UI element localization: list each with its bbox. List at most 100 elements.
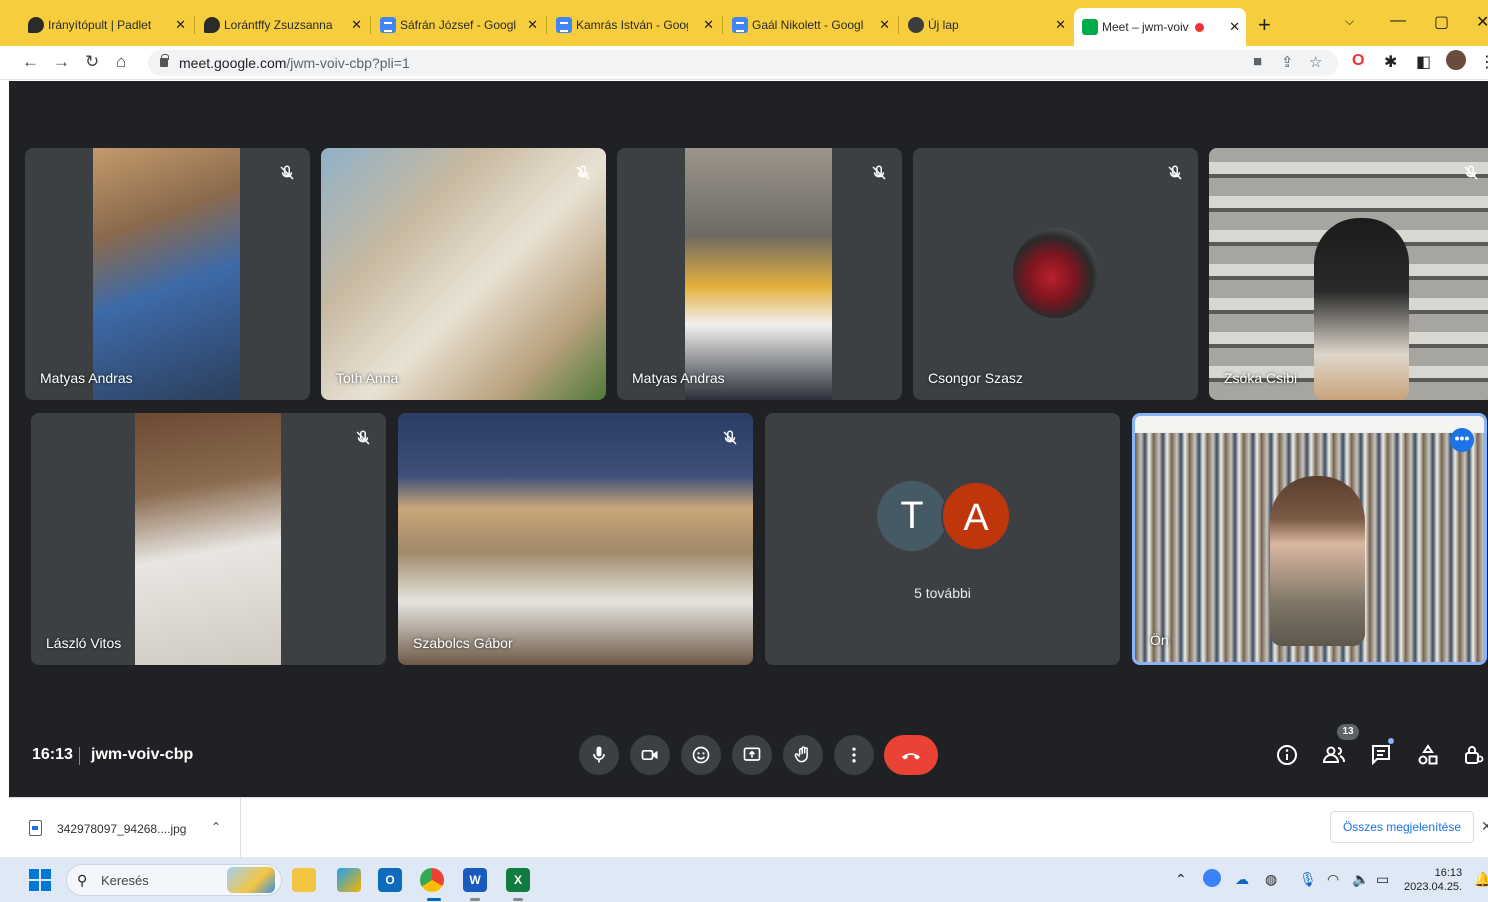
tab-search-chevron-icon[interactable]: ⌵ <box>1345 14 1354 29</box>
home-icon[interactable]: ⌂ <box>116 52 126 72</box>
participant-video <box>398 413 753 665</box>
show-all-downloads-button[interactable]: Összes megjelenítése <box>1330 811 1474 843</box>
hang-up-icon <box>902 753 920 760</box>
meeting-details-button[interactable] <box>1273 741 1301 769</box>
self-name: Ön <box>1150 632 1169 648</box>
camera-button[interactable] <box>630 735 670 775</box>
notification-bell-icon[interactable]: 🔔 <box>1474 871 1488 888</box>
word-icon[interactable]: W <box>463 868 487 892</box>
url-field[interactable]: meet.google.com/jwm-voiv-cbp?pli=1 ■ ⇪ ☆ <box>148 50 1338 76</box>
close-window-icon[interactable]: ✕ <box>1476 12 1488 32</box>
more-options-button[interactable] <box>834 735 874 775</box>
close-tab-icon[interactable]: ✕ <box>1229 19 1240 35</box>
participant-tile[interactable]: Toth Anna <box>321 148 606 400</box>
network-globe-icon[interactable]: ◍ <box>1265 871 1277 888</box>
reload-icon[interactable]: ↻ <box>85 52 99 72</box>
windows-start-button[interactable] <box>29 869 51 891</box>
search-highlight-icon <box>227 867 275 893</box>
meeting-time: 16:13 <box>32 746 73 763</box>
tab-title: Meet – jwm-voiv <box>1102 20 1189 34</box>
close-tab-icon[interactable]: ✕ <box>351 17 362 33</box>
more-participants-tile[interactable]: T A 5 további <box>765 413 1120 665</box>
search-icon: ⚲ <box>77 872 88 888</box>
show-hidden-icons-chevron-icon[interactable]: ⌃ <box>1175 871 1187 888</box>
bookmark-star-icon[interactable]: ☆ <box>1309 53 1322 71</box>
browser-tab-gaal[interactable]: Gaál Nikolett - Googl ✕ <box>724 10 896 40</box>
snipping-tool-icon[interactable] <box>337 868 361 892</box>
excel-icon[interactable]: X <box>506 868 530 892</box>
mic-off-icon <box>1462 164 1480 182</box>
self-tile[interactable]: ••• Ön <box>1132 413 1487 665</box>
raise-hand-button[interactable] <box>783 735 823 775</box>
volume-icon[interactable]: 🔈 <box>1352 871 1369 888</box>
more-participants-label: 5 további <box>914 585 971 601</box>
profile-avatar[interactable] <box>1446 50 1466 70</box>
camera-icon <box>641 750 658 760</box>
microphone-tray-icon[interactable]: 🎙 <box>1299 871 1317 888</box>
host-controls-button[interactable] <box>1460 741 1488 769</box>
taskbar-search-box[interactable]: ⚲ Keresés <box>66 864 282 896</box>
present-screen-button[interactable] <box>732 735 772 775</box>
participant-tile[interactable]: Matyas Andras <box>25 148 310 400</box>
browser-menu-icon[interactable]: ⋮ <box>1479 52 1488 72</box>
participant-tile[interactable]: Szabolcs Gábor <box>398 413 753 665</box>
microphone-button[interactable] <box>579 735 619 775</box>
back-icon[interactable]: ← <box>22 52 39 72</box>
close-tab-icon[interactable]: ✕ <box>527 17 538 33</box>
browser-tab-safran[interactable]: Sáfrán József - Googl ✕ <box>372 10 544 40</box>
participant-tile[interactable]: László Vitos <box>31 413 386 665</box>
wifi-icon[interactable]: ◠ <box>1327 871 1339 888</box>
chat-button[interactable] <box>1367 741 1395 769</box>
mic-off-icon <box>870 164 888 182</box>
participant-tile[interactable]: Zsóka Csibi <box>1209 148 1488 400</box>
participant-count-badge: 13 <box>1337 724 1359 740</box>
opera-extension-icon[interactable]: O <box>1352 52 1364 70</box>
onedrive-cloud-icon[interactable]: ☁ <box>1235 871 1249 888</box>
browser-tab-kamras[interactable]: Kamrás István - Goog ✕ <box>548 10 720 40</box>
reactions-button[interactable] <box>681 735 721 775</box>
camera-in-use-icon[interactable]: ■ <box>1253 53 1262 70</box>
outlook-icon[interactable]: O <box>378 868 402 892</box>
participant-avatar <box>1013 228 1098 318</box>
activities-button[interactable] <box>1414 741 1442 769</box>
maximize-icon[interactable]: ▢ <box>1434 12 1449 32</box>
share-icon[interactable]: ⇪ <box>1281 53 1294 71</box>
url-host: meet.google.com <box>179 55 287 71</box>
close-tab-icon[interactable]: ✕ <box>879 17 890 33</box>
more-vert-icon <box>852 747 856 763</box>
browser-tab-new[interactable]: Új lap ✕ <box>900 10 1072 40</box>
file-explorer-icon[interactable] <box>292 868 316 892</box>
leave-call-button[interactable] <box>884 735 938 775</box>
mic-off-icon <box>354 429 372 447</box>
tab-title: Gaál Nikolett - Googl <box>752 18 864 32</box>
forward-icon[interactable]: → <box>53 52 70 72</box>
app-tray-icon[interactable] <box>1203 869 1221 887</box>
participant-tile[interactable]: Csongor Szasz <box>913 148 1198 400</box>
minimize-icon[interactable]: — <box>1390 12 1406 30</box>
image-file-icon <box>29 820 42 836</box>
new-tab-button[interactable]: + <box>1258 12 1271 38</box>
taskbar-clock[interactable]: 16:13 2023.04.25. <box>1404 866 1462 894</box>
browser-tab-meet[interactable]: Meet – jwm-voiv ✕ <box>1074 8 1246 46</box>
avatar-a: A <box>941 481 1011 551</box>
close-download-bar-icon[interactable]: ✕ <box>1481 818 1488 835</box>
tab-title: Kamrás István - Goog <box>576 18 688 32</box>
participant-tile[interactable]: Matyas Andras <box>617 148 902 400</box>
padlet-icon <box>28 17 44 33</box>
download-item[interactable]: 342978097_94268....jpg ⌃ <box>9 798 241 858</box>
people-button[interactable] <box>1320 741 1348 769</box>
extensions-puzzle-icon[interactable]: ✱ <box>1384 52 1397 72</box>
close-tab-icon[interactable]: ✕ <box>1055 17 1066 33</box>
browser-tab-lorantffy[interactable]: Lorántffy Zsuzsanna ✕ <box>196 10 368 40</box>
battery-icon[interactable]: ▭ <box>1376 871 1389 888</box>
chrome-taskbar-icon[interactable] <box>420 868 444 892</box>
chat-icon <box>1372 745 1390 766</box>
tab-title: Irányítópult | Padlet <box>48 18 152 32</box>
close-tab-icon[interactable]: ✕ <box>703 17 714 33</box>
chevron-up-icon[interactable]: ⌃ <box>211 820 221 834</box>
self-options-button[interactable]: ••• <box>1450 428 1474 452</box>
close-tab-icon[interactable]: ✕ <box>175 17 186 33</box>
browser-tab-padlet[interactable]: Irányítópult | Padlet ✕ <box>20 10 192 40</box>
side-panel-icon[interactable]: ◧ <box>1416 52 1431 72</box>
participant-video <box>685 148 832 400</box>
